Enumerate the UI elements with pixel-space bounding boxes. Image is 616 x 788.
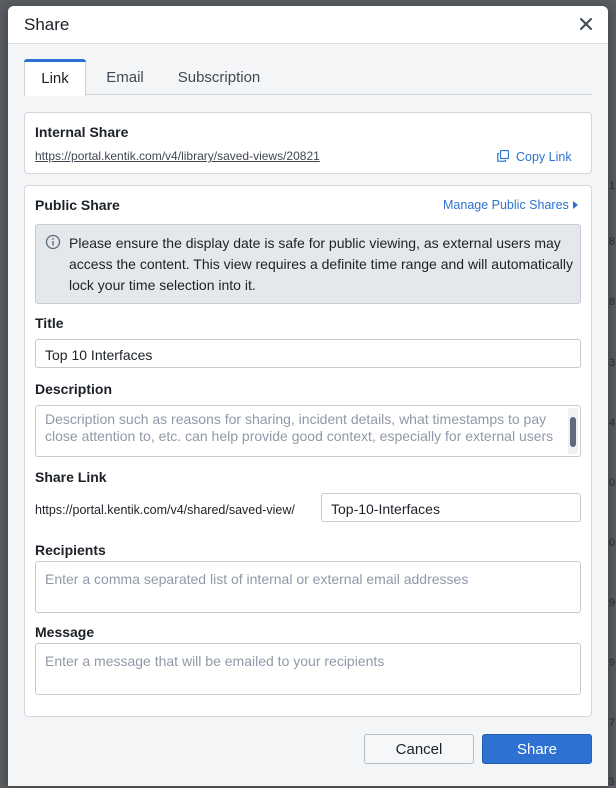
share-tabs: Link Email Subscription [24, 59, 592, 96]
copy-icon [497, 150, 509, 162]
message-placeholder: Enter a message that will be emailed to … [45, 653, 385, 669]
tab-email[interactable]: Email [98, 59, 152, 95]
copy-link-label: Copy Link [516, 150, 572, 164]
public-share-panel: Public Share Manage Public Shares Please… [24, 185, 592, 717]
description-placeholder: Description such as reasons for sharing,… [45, 411, 554, 444]
title-input[interactable]: Top 10 Interfaces [35, 339, 581, 368]
description-field[interactable]: Description such as reasons for sharing,… [35, 405, 581, 457]
background-digit: 8 [609, 236, 616, 248]
dialog-header: Share [8, 6, 608, 44]
share-link-slug-value: Top-10-Interfaces [331, 501, 440, 517]
info-icon [45, 234, 61, 250]
recipients-label: Recipients [35, 542, 106, 558]
close-icon [580, 18, 592, 30]
public-share-title: Public Share [35, 197, 120, 213]
title-input-value: Top 10 Interfaces [45, 347, 153, 363]
public-share-notice: Please ensure the display date is safe f… [35, 224, 581, 304]
title-label: Title [35, 315, 64, 331]
background-digit: 9 [609, 657, 616, 669]
share-button[interactable]: Share [482, 734, 592, 764]
manage-public-shares-link[interactable]: Manage Public Shares [443, 198, 578, 212]
caret-right-icon [572, 201, 578, 209]
scrollbar-thumb[interactable] [570, 417, 576, 447]
share-link-label: Share Link [35, 469, 107, 485]
background-digit: 0 [609, 537, 616, 549]
share-link-slug-input[interactable]: Top-10-Interfaces [321, 493, 581, 522]
close-button[interactable] [576, 14, 596, 34]
tab-link[interactable]: Link [24, 59, 86, 96]
background-table-edge: 1 8 8 3 4 0 0 9 9 7 [608, 0, 616, 786]
manage-public-shares-label: Manage Public Shares [443, 198, 569, 212]
recipients-field[interactable]: Enter a comma separated list of internal… [35, 561, 581, 613]
background-digit: 7 [609, 717, 616, 729]
notice-text: Please ensure the display date is safe f… [69, 235, 573, 293]
background-digit: 8 [609, 296, 616, 308]
description-scrollbar[interactable] [568, 408, 578, 454]
cancel-button[interactable]: Cancel [364, 734, 474, 764]
share-link-prefix: https://portal.kentik.com/v4/shared/save… [35, 503, 295, 517]
message-label: Message [35, 624, 95, 640]
background-digit: 9 [609, 597, 616, 609]
recipients-placeholder: Enter a comma separated list of internal… [45, 571, 469, 587]
background-digit: 1 [609, 180, 616, 192]
message-field[interactable]: Enter a message that will be emailed to … [35, 643, 581, 695]
description-label: Description [35, 381, 113, 397]
dialog-title: Share [24, 15, 70, 34]
share-dialog: Share Link Email Subscription Internal S… [8, 6, 608, 786]
background-digit: 0 [609, 477, 616, 489]
background-digit: 4 [609, 417, 616, 429]
internal-share-url[interactable]: https://portal.kentik.com/v4/library/sav… [35, 149, 320, 163]
tab-subscription[interactable]: Subscription [168, 59, 270, 95]
internal-share-panel: Internal Share https://portal.kentik.com… [24, 112, 592, 174]
background-digit: 3 [609, 357, 616, 369]
internal-share-title: Internal Share [35, 124, 129, 140]
